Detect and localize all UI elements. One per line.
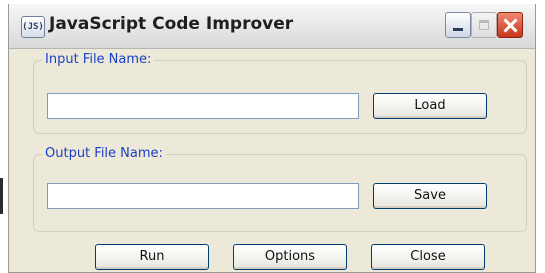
app-window: (JS) JavaScript Code Improver Input File… xyxy=(8,4,536,273)
close-button[interactable]: Close xyxy=(371,244,485,270)
background-frame-edge xyxy=(0,178,3,214)
input-file-field[interactable] xyxy=(47,93,359,119)
options-button[interactable]: Options xyxy=(233,244,347,270)
output-file-field[interactable] xyxy=(47,183,359,209)
close-icon[interactable] xyxy=(497,12,523,38)
input-file-label: Input File Name: xyxy=(42,52,155,67)
title-bar[interactable]: (JS) JavaScript Code Improver xyxy=(9,4,535,49)
run-button[interactable]: Run xyxy=(95,244,209,270)
save-button[interactable]: Save xyxy=(373,183,487,209)
app-icon: (JS) xyxy=(21,16,45,38)
input-file-group: Input File Name: Load xyxy=(33,52,527,134)
window-title: JavaScript Code Improver xyxy=(49,14,294,34)
load-button[interactable]: Load xyxy=(373,93,487,119)
output-file-label: Output File Name: xyxy=(42,146,166,161)
maximize-icon[interactable] xyxy=(471,12,497,38)
minimize-icon[interactable] xyxy=(445,12,471,38)
output-file-group: Output File Name: Save xyxy=(33,146,527,232)
